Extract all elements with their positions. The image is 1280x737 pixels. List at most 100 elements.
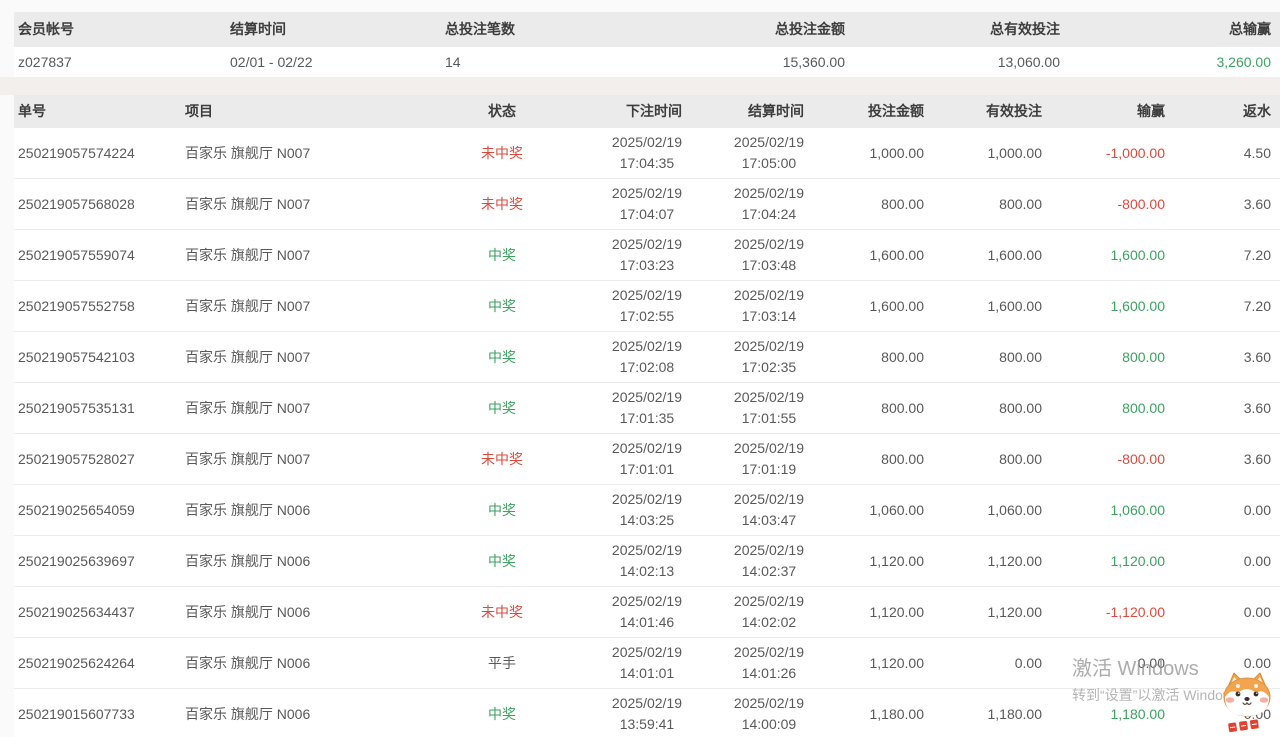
- settle-date-value: 2025/02/19: [734, 336, 804, 357]
- settle-time-value: 14:03:47: [734, 510, 804, 531]
- summary-header-row: 会员帐号 结算时间 总投注笔数 总投注金额 总有效投注 总输赢: [14, 12, 1280, 47]
- bet-amount-value: 800.00: [812, 348, 932, 366]
- section-spacer: [0, 77, 1280, 95]
- winloss-value: -1,000.00: [1050, 144, 1173, 162]
- order-number: 250219015607733: [14, 705, 185, 723]
- project-name: 百家乐 旗舰厅 N007: [185, 297, 450, 315]
- settle-time-cell: 2025/02/19 17:01:19: [690, 438, 812, 480]
- bet-amount-value: 800.00: [812, 195, 932, 213]
- project-name: 百家乐 旗舰厅 N006: [185, 552, 450, 570]
- settle-date-value: 2025/02/19: [734, 693, 804, 714]
- bet-date-value: 2025/02/19: [612, 387, 682, 408]
- summary-total-valid-value: 13,060.00: [853, 53, 1068, 71]
- settle-date-value: 2025/02/19: [734, 285, 804, 306]
- summary-header-account: 会员帐号: [14, 20, 230, 38]
- bet-amount-value: 800.00: [812, 399, 932, 417]
- settle-time-value: 17:01:19: [734, 459, 804, 480]
- bet-time-value: 14:02:13: [612, 561, 682, 582]
- rebate-value: 3.60: [1173, 450, 1280, 468]
- header-status: 状态: [450, 102, 554, 120]
- order-number: 250219025624264: [14, 654, 185, 672]
- summary-total-winloss-value: 3,260.00: [1068, 53, 1280, 71]
- winloss-value: -1,120.00: [1050, 603, 1173, 621]
- order-number: 250219025654059: [14, 501, 185, 519]
- header-bet-amount: 投注金额: [812, 102, 932, 120]
- bet-time-cell: 2025/02/19 17:01:01: [554, 438, 690, 480]
- valid-bet-value: 1,120.00: [932, 552, 1050, 570]
- settle-time-cell: 2025/02/19 17:03:14: [690, 285, 812, 327]
- bet-time-cell: 2025/02/19 17:01:35: [554, 387, 690, 429]
- bet-amount-value: 1,120.00: [812, 654, 932, 672]
- settle-time-cell: 2025/02/19 14:02:02: [690, 591, 812, 633]
- bet-time-value: 17:01:35: [612, 408, 682, 429]
- table-row: 250219057535131 百家乐 旗舰厅 N007 中奖 2025/02/…: [14, 383, 1280, 434]
- bet-date-value: 2025/02/19: [612, 489, 682, 510]
- valid-bet-value: 800.00: [932, 348, 1050, 366]
- bet-time-cell: 2025/02/19 14:02:13: [554, 540, 690, 582]
- summary-header-period: 结算时间: [230, 20, 445, 38]
- project-name: 百家乐 旗舰厅 N007: [185, 246, 450, 264]
- settle-time-cell: 2025/02/19 17:02:35: [690, 336, 812, 378]
- bet-date-value: 2025/02/19: [612, 336, 682, 357]
- bet-time-value: 17:03:23: [612, 255, 682, 276]
- bet-amount-value: 1,120.00: [812, 552, 932, 570]
- settle-time-value: 17:04:24: [734, 204, 804, 225]
- valid-bet-value: 800.00: [932, 399, 1050, 417]
- summary-header-total-winloss: 总输赢: [1068, 20, 1280, 38]
- status-badge: 平手: [450, 654, 554, 672]
- summary-table: 会员帐号 结算时间 总投注笔数 总投注金额 总有效投注 总输赢 z027837 …: [14, 12, 1280, 77]
- project-name: 百家乐 旗舰厅 N006: [185, 501, 450, 519]
- settle-time-cell: 2025/02/19 17:04:24: [690, 183, 812, 225]
- order-number: 250219057568028: [14, 195, 185, 213]
- summary-header-total-bet: 总投注金额: [640, 20, 853, 38]
- settle-time-value: 17:01:55: [734, 408, 804, 429]
- winloss-value: 0.00: [1050, 654, 1173, 672]
- header-valid-bet: 有效投注: [932, 102, 1050, 120]
- valid-bet-value: 800.00: [932, 195, 1050, 213]
- bet-date-value: 2025/02/19: [612, 183, 682, 204]
- winloss-value: 1,180.00: [1050, 705, 1173, 723]
- mascot-shiba-badge[interactable]: [1218, 670, 1276, 737]
- valid-bet-value: 1,600.00: [932, 246, 1050, 264]
- bet-time-cell: 2025/02/19 14:01:01: [554, 642, 690, 684]
- settle-date-value: 2025/02/19: [734, 132, 804, 153]
- rebate-value: 3.60: [1173, 348, 1280, 366]
- summary-period-value: 02/01 - 02/22: [230, 53, 445, 71]
- rebate-value: 7.20: [1173, 246, 1280, 264]
- header-project: 项目: [185, 102, 450, 120]
- order-number: 250219057574224: [14, 144, 185, 162]
- summary-bet-count-value: 14: [445, 53, 640, 71]
- rebate-value: 4.50: [1173, 144, 1280, 162]
- status-badge: 未中奖: [450, 195, 554, 213]
- table-row: 250219057542103 百家乐 旗舰厅 N007 中奖 2025/02/…: [14, 332, 1280, 383]
- status-badge: 中奖: [450, 501, 554, 519]
- bet-date-value: 2025/02/19: [612, 642, 682, 663]
- order-number: 250219057559074: [14, 246, 185, 264]
- records-header-row: 单号 项目 状态 下注时间 结算时间 投注金额 有效投注 输赢 返水: [14, 95, 1280, 128]
- bet-time-cell: 2025/02/19 17:02:55: [554, 285, 690, 327]
- valid-bet-value: 1,180.00: [932, 705, 1050, 723]
- winloss-value: 1,600.00: [1050, 297, 1173, 315]
- bet-amount-value: 1,600.00: [812, 297, 932, 315]
- winloss-value: 800.00: [1050, 399, 1173, 417]
- rebate-value: 3.60: [1173, 195, 1280, 213]
- shiba-dog-icon: [1218, 670, 1276, 737]
- project-name: 百家乐 旗舰厅 N006: [185, 654, 450, 672]
- bet-amount-value: 1,600.00: [812, 246, 932, 264]
- bet-date-value: 2025/02/19: [612, 591, 682, 612]
- bet-time-value: 13:59:41: [612, 714, 682, 735]
- winloss-value: -800.00: [1050, 195, 1173, 213]
- order-number: 250219025634437: [14, 603, 185, 621]
- table-row: 250219057559074 百家乐 旗舰厅 N007 中奖 2025/02/…: [14, 230, 1280, 281]
- project-name: 百家乐 旗舰厅 N006: [185, 705, 450, 723]
- bet-time-cell: 2025/02/19 17:03:23: [554, 234, 690, 276]
- table-row: 250219025634437 百家乐 旗舰厅 N006 未中奖 2025/02…: [14, 587, 1280, 638]
- bet-date-value: 2025/02/19: [612, 438, 682, 459]
- bet-date-value: 2025/02/19: [612, 234, 682, 255]
- settle-date-value: 2025/02/19: [734, 234, 804, 255]
- settle-date-value: 2025/02/19: [734, 591, 804, 612]
- project-name: 百家乐 旗舰厅 N007: [185, 450, 450, 468]
- settle-time-value: 14:02:02: [734, 612, 804, 633]
- settle-time-cell: 2025/02/19 17:05:00: [690, 132, 812, 174]
- project-name: 百家乐 旗舰厅 N006: [185, 603, 450, 621]
